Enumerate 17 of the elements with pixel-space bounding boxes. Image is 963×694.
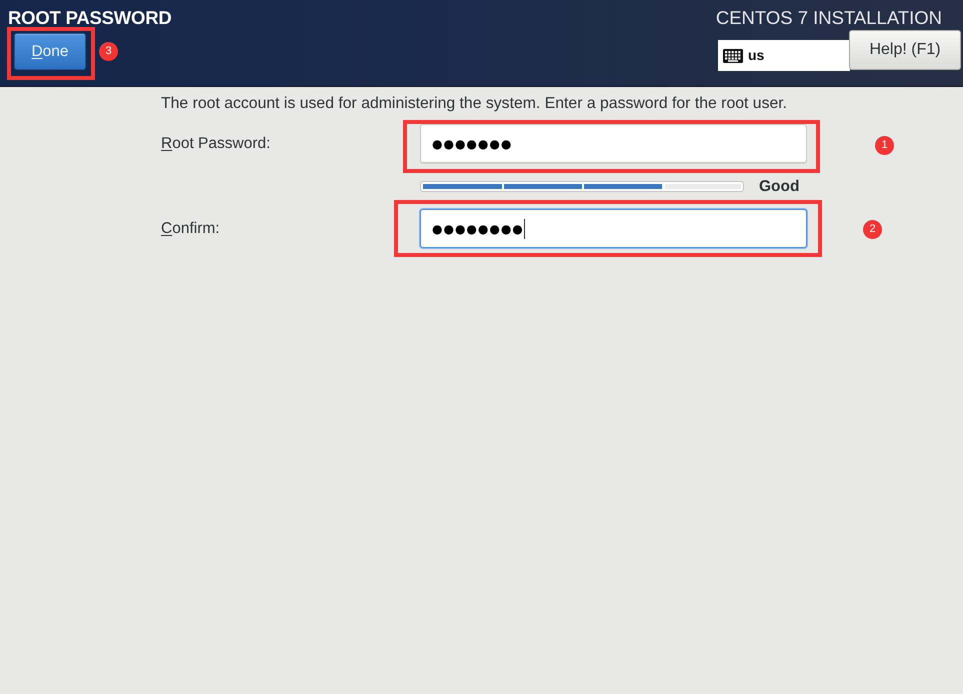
text-cursor-icon (524, 218, 525, 238)
field-label: Root Password: (161, 134, 272, 153)
keyboard-icon (723, 48, 743, 62)
done-button[interactable]: Done (14, 33, 86, 70)
help-button[interactable]: Help! (F1) (849, 30, 961, 70)
field-label: Confirm: (161, 219, 221, 238)
page-title: ROOT PASSWORD (8, 7, 172, 28)
password-field[interactable]: ●●●●●●●● (420, 209, 807, 248)
step-number-badge: 3 (99, 42, 118, 61)
keyboard-layout-indicator[interactable]: us (718, 40, 850, 71)
password-field[interactable]: ●●●●●●● (420, 124, 807, 163)
description-text: The root account is used for administering the system. Enter a password for the root user. (161, 94, 788, 113)
step-number-badge: 2 (863, 220, 882, 239)
product-title: CENTOS 7 INSTALLATION (716, 7, 943, 28)
strength-reading: Good (759, 178, 800, 195)
keyboard-layout-label: us (748, 46, 764, 65)
step-number-badge: 1 (875, 136, 894, 155)
